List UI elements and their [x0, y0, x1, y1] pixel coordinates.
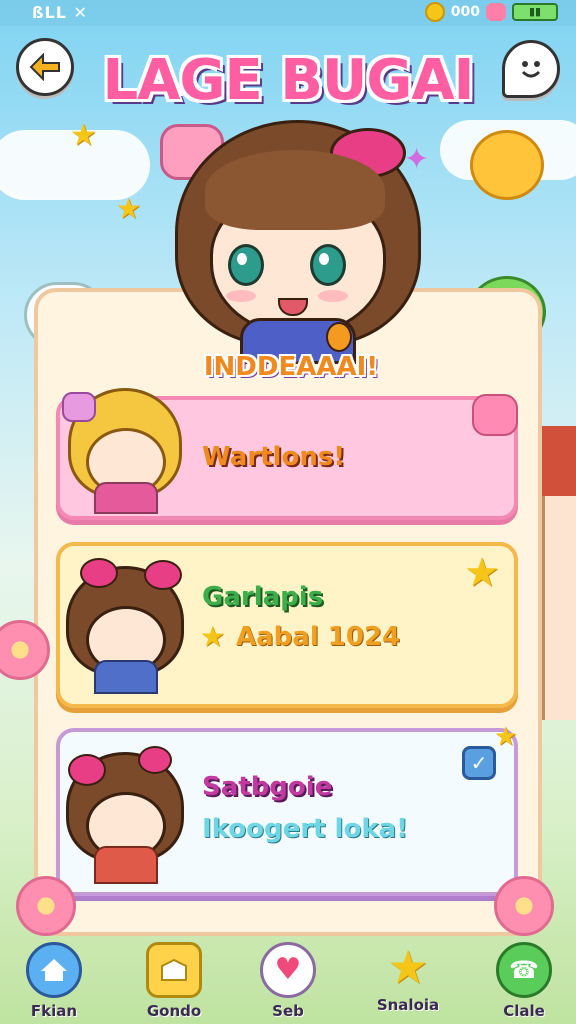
coin-icon	[424, 2, 445, 22]
heart-icon: ♥	[260, 942, 316, 998]
nav-item-heart[interactable]: ♥ Seb	[240, 942, 336, 1020]
nav-label-phone: Clale	[503, 1002, 545, 1020]
flower-decoration	[494, 876, 554, 936]
nav-label-shop: Gondo	[146, 1002, 202, 1020]
heart-decoration-icon	[62, 392, 96, 422]
home-icon	[26, 942, 82, 998]
card2-title: Garlapis	[202, 582, 324, 612]
nav-item-phone[interactable]: ☎ Clale	[476, 942, 572, 1020]
shop-icon	[146, 942, 202, 998]
star-icon: ★	[116, 192, 142, 225]
status-right: 000 ▮▮	[424, 2, 558, 22]
coin-count: 000	[450, 4, 480, 20]
nav-label-home: Fkian	[30, 1002, 78, 1020]
flower-decoration	[16, 876, 76, 936]
hair-bow-icon	[80, 558, 118, 588]
card3-title: Satbgoie	[202, 772, 333, 802]
hero-eye	[228, 244, 264, 286]
star-icon: ★	[70, 118, 97, 153]
roof-decoration	[536, 426, 576, 496]
hero-bangs	[205, 150, 385, 230]
star-icon: ★	[200, 620, 226, 653]
hero-label: INDDEAAAI!	[203, 352, 379, 382]
gem-icon	[486, 3, 506, 21]
back-button[interactable]	[16, 38, 74, 96]
card3-avatar-body	[94, 846, 158, 884]
card1-title: Wartlons!	[202, 442, 346, 472]
sun-face-icon	[470, 130, 544, 200]
hair-bow-icon	[138, 746, 172, 774]
nav-item-home[interactable]: Fkian	[6, 942, 102, 1020]
checkbox-checked[interactable]: ✓	[462, 746, 496, 780]
nav-item-star[interactable]: ★ Snaloia	[360, 942, 456, 1014]
card3-subtitle: Ikoogert loka!	[202, 814, 409, 844]
hero-blush	[318, 290, 348, 302]
star-icon: ★	[387, 940, 429, 994]
card2-subtitle: Aabal 1024	[236, 622, 401, 652]
hero-item-icon	[326, 322, 352, 352]
smiley-chat-icon	[521, 61, 541, 78]
chat-button[interactable]	[502, 40, 560, 98]
battery-icon: ▮▮	[512, 3, 558, 21]
heart-decoration-icon	[472, 394, 518, 436]
hero-blush	[226, 290, 256, 302]
card2-avatar-body	[94, 660, 158, 694]
hair-bow-icon	[68, 754, 106, 786]
hair-bow-icon	[144, 560, 182, 590]
phone-icon: ☎	[496, 942, 552, 998]
sparkle-icon: ✦	[404, 142, 430, 177]
status-bar: ßLL ✕ 000 ▮▮	[0, 0, 576, 26]
bottom-nav: Fkian Gondo ♥ Seb ★ Snaloia ☎ Clale	[0, 930, 576, 1024]
nav-label-heart: Seb	[272, 1002, 304, 1020]
card1-avatar-body	[94, 482, 158, 514]
nav-item-shop[interactable]: Gondo	[126, 942, 222, 1020]
page-title: LAGE BUGAI	[102, 48, 474, 113]
sparkle-star-icon: ★	[494, 722, 518, 752]
status-left-text: ßLL ✕	[32, 3, 88, 22]
hero-eye	[310, 244, 346, 286]
star-icon: ★	[464, 550, 500, 596]
nav-label-star: Snaloia	[376, 996, 440, 1014]
arrow-left-icon	[29, 53, 60, 81]
